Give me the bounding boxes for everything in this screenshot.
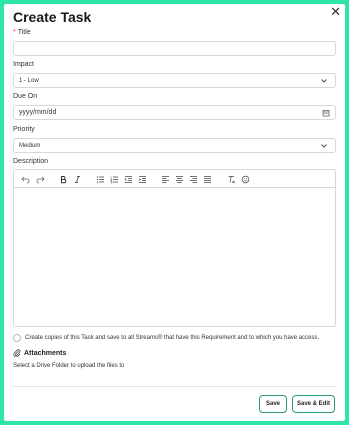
align-left-icon[interactable] [160, 174, 170, 184]
bold-icon[interactable] [58, 174, 68, 184]
description-label: Description [13, 158, 49, 165]
chevron-down-icon [321, 79, 327, 83]
copies-option[interactable]: Create copies of this Task and save to a… [13, 334, 319, 342]
close-icon[interactable]: ✕ [330, 5, 341, 18]
priority-select[interactable]: Medium [13, 138, 336, 153]
attachments-heading: Attachments [13, 349, 66, 357]
calendar-icon[interactable] [322, 109, 330, 117]
align-right-icon[interactable] [188, 174, 198, 184]
redo-icon[interactable] [35, 174, 45, 184]
chevron-down-icon [321, 144, 327, 148]
drive-folder-input[interactable] [13, 386, 336, 387]
description-editor[interactable] [13, 187, 336, 327]
title-label-text: Title [17, 29, 31, 36]
due-on-placeholder: yyyy/mm/dd [19, 109, 57, 116]
save-button[interactable]: Save [259, 395, 287, 413]
required-mark: * [13, 29, 16, 36]
due-on-label: Due On [13, 93, 38, 100]
bullet-list-icon[interactable] [95, 174, 105, 184]
priority-value: Medium [19, 142, 41, 149]
align-center-icon[interactable] [174, 174, 184, 184]
editor-toolbar [13, 169, 336, 187]
undo-icon[interactable] [20, 174, 30, 184]
title-label: * Title [13, 29, 31, 36]
emoji-icon[interactable] [240, 174, 250, 184]
priority-label: Priority [13, 126, 35, 133]
clear-format-icon[interactable] [226, 174, 236, 184]
impact-label: Impact [13, 61, 35, 68]
indent-icon[interactable] [137, 174, 147, 184]
save-and-edit-button[interactable]: Save & Edit [292, 395, 335, 413]
drive-folder-label: Select a Drive Folder to upload the file… [13, 363, 125, 369]
copies-text: Create copies of this Task and save to a… [25, 335, 320, 341]
title-input[interactable] [13, 41, 336, 56]
impact-value: 1 - Low [19, 77, 39, 84]
create-task-dialog: Create Task ✕ * Title Impact 1 - Low Due … [4, 4, 345, 421]
dialog-title: Create Task [13, 9, 92, 25]
copies-checkbox[interactable] [13, 334, 21, 342]
outdent-icon[interactable] [123, 174, 133, 184]
due-on-input[interactable]: yyyy/mm/dd [13, 105, 336, 120]
justify-icon[interactable] [202, 174, 212, 184]
impact-select[interactable]: 1 - Low [13, 73, 336, 88]
paperclip-icon [13, 349, 21, 357]
numbered-list-icon[interactable] [109, 174, 119, 184]
attachments-heading-text: Attachments [24, 349, 67, 357]
italic-icon[interactable] [72, 174, 82, 184]
